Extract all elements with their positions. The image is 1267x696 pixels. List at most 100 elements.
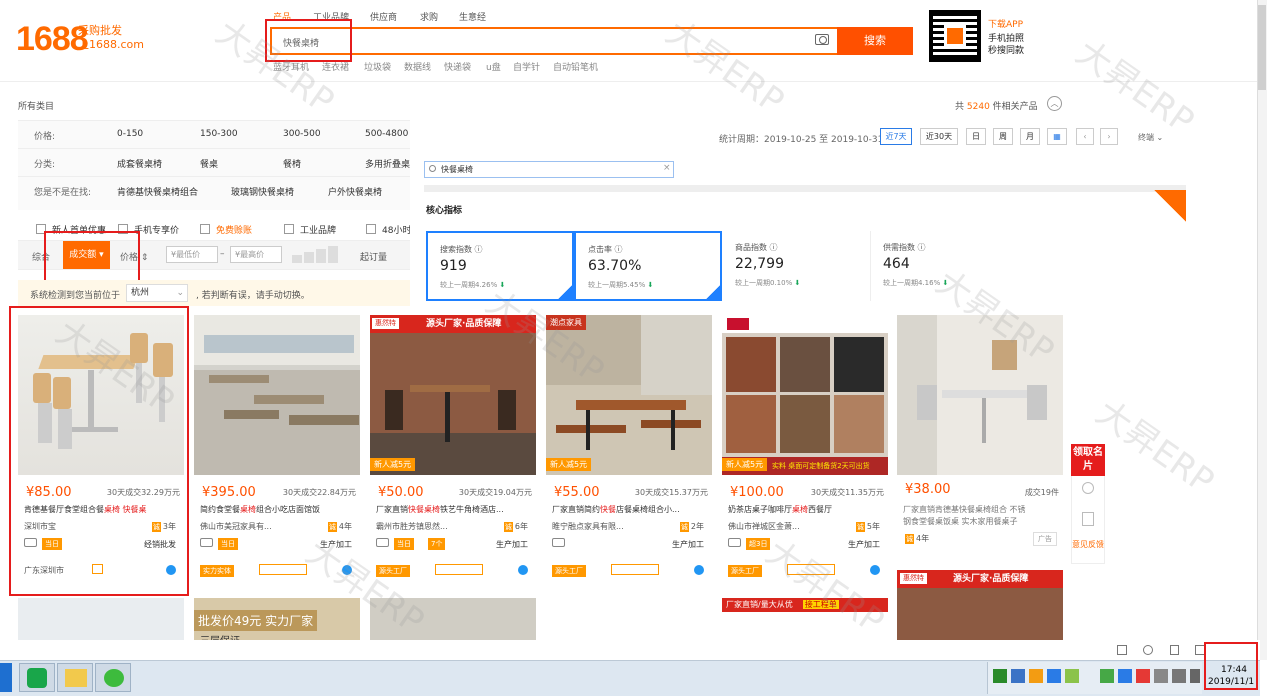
app-download-title[interactable]: 下载APP xyxy=(988,17,1023,30)
shop-name[interactable]: 佛山市美冠家具有... xyxy=(200,521,272,532)
wangwang-icon[interactable] xyxy=(342,565,352,575)
trash-icon[interactable] xyxy=(1170,645,1179,655)
tray-icon[interactable] xyxy=(1065,669,1079,683)
product-image[interactable] xyxy=(722,315,888,475)
notepad-icon[interactable] xyxy=(1082,512,1094,526)
price-range-option[interactable]: 300-500 xyxy=(283,129,321,139)
period-week-button[interactable]: 周 xyxy=(993,128,1013,145)
category-option[interactable]: 多用折叠桌 xyxy=(365,157,410,170)
search-button[interactable]: 搜索 xyxy=(837,27,913,55)
hot-keyword[interactable]: 快递袋 xyxy=(444,60,471,73)
hot-keyword[interactable]: 垃圾袋 xyxy=(364,60,391,73)
product-title[interactable]: 厂家直销肯德基快餐桌椅组合 不锈 xyxy=(903,504,1061,515)
camera-icon[interactable] xyxy=(815,34,829,45)
product-card[interactable]: 潮点家具 新人减5元 ¥55.00 30天成交15.37万元 厂家直销简约快餐店… xyxy=(546,315,712,588)
price-range-option[interactable]: 150-300 xyxy=(200,129,238,139)
product-card[interactable]: 厂家直销/量大从优 接工程单 xyxy=(722,598,888,640)
tray-icon[interactable] xyxy=(1011,669,1025,683)
taskbar-app[interactable] xyxy=(57,663,93,692)
stat-card-goods-index[interactable]: 商品指数 ⓘ 22,799 较上一周期0.10% ⬇ xyxy=(723,231,871,301)
start-button[interactable] xyxy=(0,663,12,692)
wangwang-icon[interactable] xyxy=(518,565,528,575)
tray-icon[interactable] xyxy=(1136,669,1150,683)
min-price-input[interactable]: ¥最低价 xyxy=(166,246,218,263)
product-card[interactable]: 批发价49元 实力厂家 三层保证 xyxy=(194,598,360,640)
shop-name[interactable]: 霸州市胜芳镇思然... xyxy=(376,521,448,532)
product-card[interactable]: 惠然特 源头厂家·品质保障 xyxy=(897,570,1063,640)
product-image[interactable] xyxy=(194,315,360,475)
refresh-icon[interactable] xyxy=(1143,645,1153,655)
clear-icon[interactable]: × xyxy=(663,163,671,173)
prev-period-icon[interactable]: ‹ xyxy=(1076,128,1094,145)
tray-icon[interactable] xyxy=(1047,669,1061,683)
checkbox-industrial-brand[interactable]: 工业品牌 xyxy=(284,223,336,236)
feedback-button[interactable]: 意见反馈 xyxy=(1071,540,1105,550)
product-title[interactable]: 奶茶店桌子咖啡厅桌椅西餐厅 xyxy=(728,504,886,515)
scrollbar-thumb[interactable] xyxy=(1258,5,1266,90)
hot-keyword[interactable]: 自学针 xyxy=(513,60,540,73)
product-title[interactable]: 简约食堂餐桌椅组合小吃店面馆饭 xyxy=(200,504,358,515)
hot-keyword[interactable]: 自动铅笔机 xyxy=(553,60,598,73)
product-image[interactable] xyxy=(897,315,1063,475)
product-title[interactable]: 厂家直销快餐桌椅铁艺牛角椅酒店... xyxy=(376,504,534,515)
category-option[interactable]: 餐桌 xyxy=(200,157,218,170)
stat-card-search-index[interactable]: 搜索指数 ⓘ 919 较上一周期4.26% ⬇ xyxy=(426,231,574,301)
hot-keyword[interactable]: u盘 xyxy=(486,60,501,73)
period-7d-button[interactable]: 近7天 xyxy=(880,128,912,145)
moq-sort[interactable]: 起订量 xyxy=(360,250,387,263)
stat-card-ctr[interactable]: 点击率 ⓘ 63.70% 较上一周期5.45% ⬇ xyxy=(574,231,722,301)
taskbar-app[interactable] xyxy=(19,663,55,692)
tab-business[interactable]: 生意经 xyxy=(459,10,486,23)
product-image[interactable] xyxy=(546,315,712,475)
next-period-icon[interactable]: › xyxy=(1100,128,1118,145)
stat-card-supply-index[interactable]: 供需指数 ⓘ 464 较上一周期4.16% ⬇ xyxy=(871,231,1019,301)
category-option[interactable]: 餐椅 xyxy=(283,157,301,170)
period-month-button[interactable]: 月 xyxy=(1020,128,1040,145)
hot-keyword[interactable]: 数据线 xyxy=(404,60,431,73)
shop-name[interactable]: 睢宁融点家具有限... xyxy=(552,521,624,532)
product-card[interactable]: 惠然特 源头厂家·品质保障 新人减5元 ¥50.00 30天成交19.04万元 厂… xyxy=(370,315,536,588)
tray-icon[interactable] xyxy=(1118,669,1132,683)
suggestion-link[interactable]: 玻璃钢快餐桌椅 xyxy=(231,185,294,198)
pin-icon[interactable] xyxy=(1117,645,1127,655)
period-day-button[interactable]: 日 xyxy=(966,128,986,145)
volume-icon[interactable] xyxy=(1154,669,1168,683)
network-icon[interactable] xyxy=(1172,669,1186,683)
scrollbar[interactable] xyxy=(1257,0,1267,660)
tray-icon[interactable] xyxy=(993,669,1007,683)
search-box[interactable] xyxy=(270,27,838,55)
product-card[interactable]: 实料 桌面可定制备货2天可出货 新人减5元 ¥100.00 30天成交11.35… xyxy=(722,315,888,588)
taskbar-app[interactable] xyxy=(95,663,131,692)
keyword-input[interactable]: 快餐桌椅 xyxy=(424,161,674,178)
get-card-button[interactable]: 领取名片 xyxy=(1071,444,1105,476)
tab-purchase[interactable]: 求购 xyxy=(420,10,438,23)
product-title[interactable]: 厂家直销简约快餐店餐桌椅组合小... xyxy=(552,504,710,515)
category-option[interactable]: 成套餐桌椅 xyxy=(117,157,162,170)
product-card[interactable] xyxy=(370,598,536,640)
checkbox-free-credit[interactable]: 免费赊账 xyxy=(200,223,252,236)
product-card[interactable] xyxy=(18,598,184,640)
logo[interactable]: 1688 xyxy=(16,20,89,59)
product-card[interactable]: ¥395.00 30天成交22.84万元 简约食堂餐桌椅组合小吃店面馆饭 佛山市… xyxy=(194,315,360,588)
keyboard-icon[interactable] xyxy=(1190,669,1200,683)
period-30d-button[interactable]: 近30天 xyxy=(920,128,958,145)
shop-name[interactable]: 佛山市禅城区金萧... xyxy=(728,521,800,532)
suggestion-link[interactable]: 肯德基快餐桌椅组合 xyxy=(117,185,198,198)
location-select[interactable]: 杭州 ⌄ xyxy=(126,284,188,302)
wangwang-icon[interactable] xyxy=(870,565,880,575)
tray-icon[interactable] xyxy=(1029,669,1043,683)
tab-supplier[interactable]: 供应商 xyxy=(370,10,397,23)
collapse-icon[interactable]: ︿ xyxy=(1047,96,1062,111)
price-range-option[interactable]: 0-150 xyxy=(117,129,143,139)
price-range-option[interactable]: 500-4800 xyxy=(365,129,408,139)
sales-volume-bars-icon[interactable] xyxy=(292,246,348,263)
suggestion-link[interactable]: 户外快餐桌椅 xyxy=(328,185,382,198)
product-card[interactable] xyxy=(546,598,712,640)
headset-icon[interactable] xyxy=(1082,482,1094,494)
calendar-icon[interactable]: ▦ xyxy=(1047,128,1067,145)
wangwang-icon[interactable] xyxy=(694,565,704,575)
product-card[interactable]: ¥38.00 成交19件 厂家直销肯德基快餐桌椅组合 不锈 钢食堂餐桌饭桌 实木… xyxy=(897,315,1063,588)
product-title-line2[interactable]: 钢食堂餐桌饭桌 实木家用餐桌子 xyxy=(903,516,1061,527)
tray-icon[interactable] xyxy=(1100,669,1114,683)
max-price-input[interactable]: ¥最高价 xyxy=(230,246,282,263)
